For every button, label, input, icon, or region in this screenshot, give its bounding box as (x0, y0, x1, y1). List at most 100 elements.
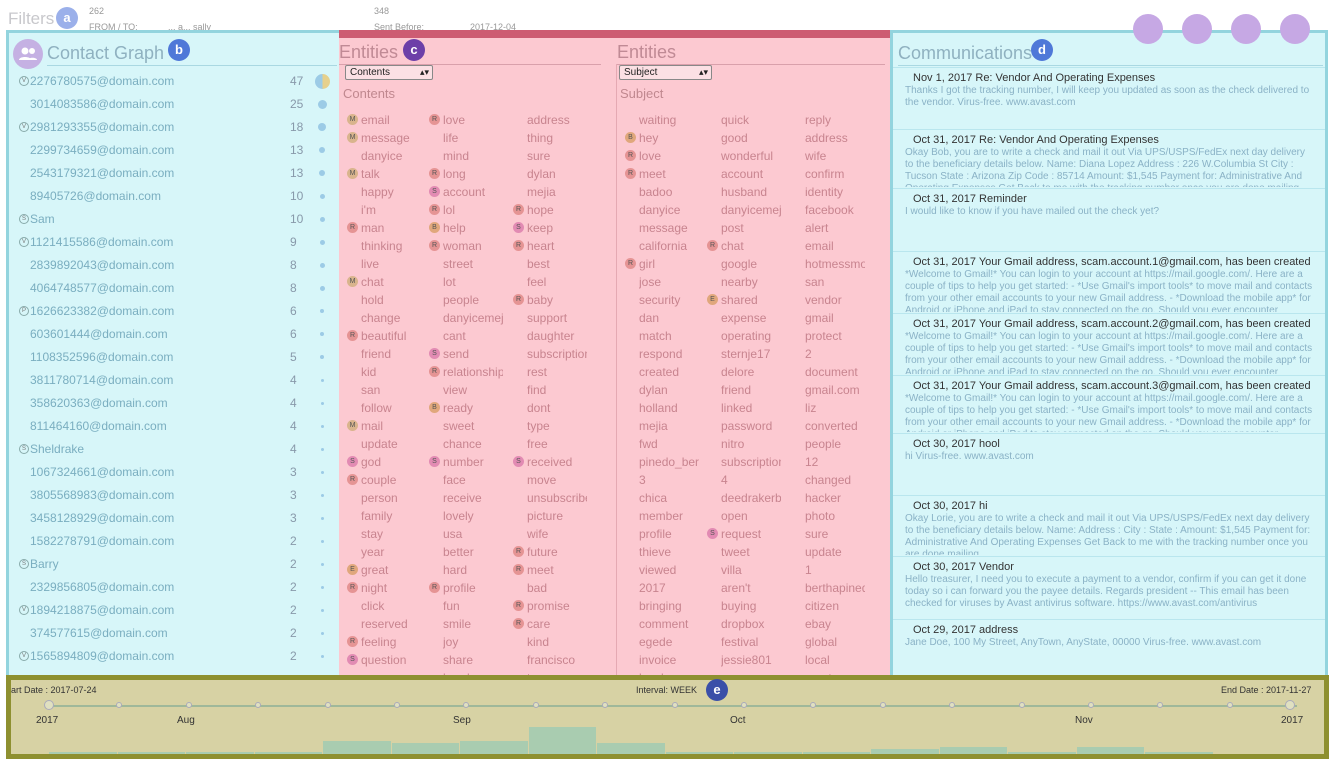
entity-word[interactable]: member (625, 508, 699, 525)
mail-item[interactable]: Oct 31, 2017 Re: Vendor And Operating Ex… (893, 129, 1325, 188)
contact-row[interactable]: P 1626623382@domain.com 6 (19, 301, 339, 321)
entity-word[interactable]: alert (791, 220, 865, 237)
entity-word[interactable]: hacker (791, 490, 865, 507)
entity-word[interactable]: Rman (347, 220, 421, 237)
entity-word[interactable]: created (625, 364, 699, 381)
contact-row[interactable]: 2299734659@domain.com 13 (19, 140, 339, 160)
entities-right-select[interactable]: Subject ▴▾ (619, 65, 712, 80)
contact-row[interactable]: 1067324661@domain.com 3 (19, 462, 339, 482)
entity-word[interactable]: danyicemeji (707, 202, 781, 219)
entity-word[interactable]: usa (429, 526, 503, 543)
entity-word[interactable]: francisco (513, 652, 587, 669)
entity-word[interactable]: reserved (347, 616, 421, 633)
entity-word[interactable]: Rpromise (513, 598, 587, 615)
entity-word[interactable]: respond (625, 346, 699, 363)
entity-word[interactable]: dylan (625, 382, 699, 399)
timeline-bar[interactable] (1145, 752, 1213, 754)
contact-row[interactable]: 1582278791@domain.com 2 (19, 531, 339, 551)
entity-word[interactable]: Rfeeling (347, 634, 421, 651)
contact-row[interactable]: S Barry 2 (19, 554, 339, 574)
entity-word[interactable]: Mtalk (347, 166, 421, 183)
contact-row[interactable]: V 1121415586@domain.com 9 (19, 232, 339, 252)
entity-word[interactable]: Rheart (513, 238, 587, 255)
timeline-bar[interactable] (802, 752, 870, 754)
contact-row[interactable]: 4064748577@domain.com 8 (19, 278, 339, 298)
entity-word[interactable]: mejia (625, 418, 699, 435)
entity-word[interactable]: buying (707, 598, 781, 615)
entity-word[interactable]: fwd (625, 436, 699, 453)
entity-word[interactable]: open (707, 508, 781, 525)
entity-word[interactable]: person (347, 490, 421, 507)
entity-word[interactable]: Bready (429, 400, 503, 417)
entity-word[interactable]: receive (429, 490, 503, 507)
entity-word[interactable]: Rbaby (513, 292, 587, 309)
entity-word[interactable]: update (791, 544, 865, 561)
entity-word[interactable]: thinking (347, 238, 421, 255)
entity-word[interactable]: kind (513, 634, 587, 651)
entity-word[interactable]: protect (791, 328, 865, 345)
entity-word[interactable]: Rnight (347, 580, 421, 597)
entity-word[interactable]: rest (513, 364, 587, 381)
timeline-bar[interactable] (117, 752, 185, 754)
entity-word[interactable]: life (429, 130, 503, 147)
entity-word[interactable]: street (429, 256, 503, 273)
entity-word[interactable]: live (347, 256, 421, 273)
entity-word[interactable]: view (429, 382, 503, 399)
entity-word[interactable]: Bhey (625, 130, 699, 147)
entity-word[interactable]: wife (791, 148, 865, 165)
entity-word[interactable]: hold (347, 292, 421, 309)
contact-row[interactable]: V 2276780575@domain.com 47 (19, 71, 339, 91)
timeline-bar[interactable] (254, 752, 322, 754)
entity-word[interactable]: san (347, 382, 421, 399)
contact-row[interactable]: 1108352596@domain.com 5 (19, 347, 339, 367)
entity-word[interactable]: daughter (513, 328, 587, 345)
mail-item[interactable]: Oct 31, 2017 Your Gmail address, scam.ac… (893, 313, 1325, 375)
entity-word[interactable]: Srequest (707, 526, 781, 543)
help-icon[interactable] (1280, 14, 1310, 44)
entity-word[interactable]: 2 (791, 346, 865, 363)
entity-word[interactable]: comment (625, 616, 699, 633)
entity-word[interactable]: smile (429, 616, 503, 633)
entity-word[interactable]: subscription (513, 346, 587, 363)
entity-word[interactable]: lot (429, 274, 503, 291)
entity-word[interactable]: Snumber (429, 454, 503, 471)
timeline-bar[interactable] (49, 752, 117, 754)
entity-word[interactable]: family (347, 508, 421, 525)
entity-word[interactable]: thieve (625, 544, 699, 561)
contact-row[interactable]: 603601444@domain.com 6 (19, 324, 339, 344)
entity-word[interactable]: email (791, 238, 865, 255)
timeline-bar[interactable] (460, 741, 528, 754)
entity-word[interactable]: Mchat (347, 274, 421, 291)
entity-word[interactable]: 12 (791, 454, 865, 471)
entity-word[interactable]: global (791, 634, 865, 651)
entity-word[interactable]: jessie801 (707, 652, 781, 669)
timeline-bar[interactable] (597, 743, 665, 754)
contact-row[interactable]: 2329856805@domain.com 2 (19, 577, 339, 597)
entity-word[interactable]: 1 (791, 562, 865, 579)
entity-word[interactable]: sweet (429, 418, 503, 435)
entity-word[interactable]: mind (429, 148, 503, 165)
entity-word[interactable]: people (791, 436, 865, 453)
entity-word[interactable]: sure (791, 526, 865, 543)
timeline-interval[interactable]: Interval: WEEK (636, 685, 697, 695)
entity-word[interactable]: tweet (707, 544, 781, 561)
entity-word[interactable]: i'm (347, 202, 421, 219)
entity-word[interactable]: profile (625, 526, 699, 543)
entity-word[interactable]: feel (513, 274, 587, 291)
entity-word[interactable]: Sgod (347, 454, 421, 471)
entity-word[interactable]: linked (707, 400, 781, 417)
entity-word[interactable]: thing (513, 130, 587, 147)
entity-word[interactable]: good (707, 130, 781, 147)
entity-word[interactable]: 2017 (625, 580, 699, 597)
entity-word[interactable]: unsubscribe (513, 490, 587, 507)
entity-word[interactable]: danyice (625, 202, 699, 219)
entity-word[interactable]: message (625, 220, 699, 237)
entity-word[interactable]: wife (513, 526, 587, 543)
entity-word[interactable]: Rrelationship (429, 364, 503, 381)
entity-word[interactable]: festival (707, 634, 781, 651)
entity-word[interactable]: local (791, 652, 865, 669)
timeline-end-handle[interactable] (1285, 700, 1295, 710)
entity-word[interactable]: fun (429, 598, 503, 615)
entity-word[interactable]: document (791, 364, 865, 381)
contact-row[interactable]: 3805568983@domain.com 3 (19, 485, 339, 505)
